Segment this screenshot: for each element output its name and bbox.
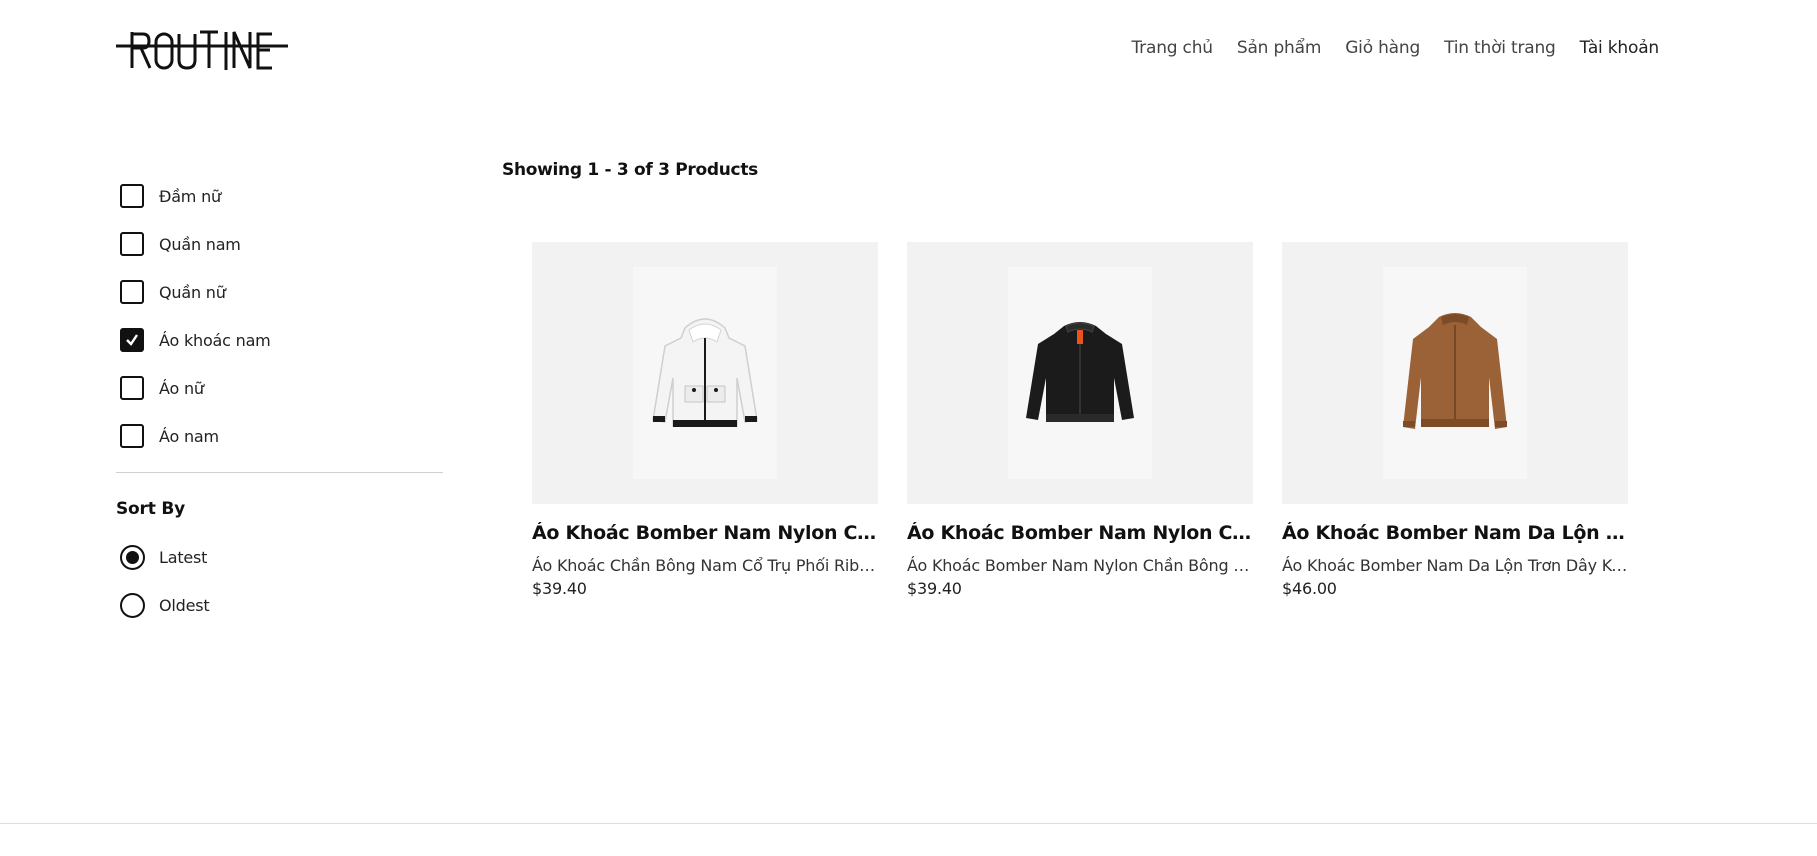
radio-dot-icon xyxy=(126,550,139,564)
white-hooded-jacket-icon xyxy=(652,318,758,427)
brown-suede-bomber-jacket-icon xyxy=(1403,313,1507,429)
category-filter-item[interactable]: Áo nữ xyxy=(116,364,443,412)
sort-by-heading: Sort By xyxy=(116,499,185,519)
routine-logo-icon xyxy=(116,30,288,70)
product-title[interactable]: Áo Khoác Bomber Nam Nylon Chần Bông Màu … xyxy=(907,522,1253,544)
category-label: Áo khoác nam xyxy=(159,330,271,350)
product-image[interactable] xyxy=(1282,242,1628,504)
site-header: Trang chủ Sản phẩm Giỏ hàng Tin thời tra… xyxy=(0,0,1817,100)
product-description: Áo Khoác Chần Bông Nam Cổ Trụ Phối Rib M… xyxy=(532,556,878,575)
nav-products[interactable]: Sản phẩm xyxy=(1237,38,1322,58)
product-description: Áo Khoác Bomber Nam Nylon Chần Bông Màu … xyxy=(907,556,1253,575)
category-filter-item[interactable]: Áo nam xyxy=(116,412,443,460)
product-price: $39.40 xyxy=(907,579,962,598)
nav-home[interactable]: Trang chủ xyxy=(1132,38,1214,58)
product-grid: Áo Khoác Bomber Nam Nylon Chần Bông Cổ T… xyxy=(532,242,1628,598)
category-label: Đầm nữ xyxy=(159,186,221,206)
product-description: Áo Khoác Bomber Nam Da Lộn Trơn Dây Kéo … xyxy=(1282,556,1628,575)
category-label: Áo nam xyxy=(159,426,219,446)
product-image[interactable] xyxy=(907,242,1253,504)
product-title[interactable]: Áo Khoác Bomber Nam Da Lộn Trơn Dây Kéo xyxy=(1282,522,1628,544)
product-title[interactable]: Áo Khoác Bomber Nam Nylon Chần Bông Cổ T… xyxy=(532,522,878,544)
category-filter-item[interactable]: Áo khoác nam xyxy=(116,316,443,364)
sort-options-list: Latest Oldest xyxy=(116,533,443,629)
footer-divider xyxy=(0,823,1817,824)
category-checkbox[interactable] xyxy=(120,424,144,448)
product-price: $39.40 xyxy=(532,579,587,598)
category-checkbox[interactable] xyxy=(120,376,144,400)
category-checkbox[interactable] xyxy=(120,232,144,256)
category-filter-item[interactable]: Quần nam xyxy=(116,220,443,268)
main-nav: Trang chủ Sản phẩm Giỏ hàng Tin thời tra… xyxy=(1132,38,1660,58)
sort-option-label: Latest xyxy=(159,547,208,567)
filter-sidebar: Đầm nữ Quần nam Quần nữ Áo khoác nam Áo … xyxy=(116,172,443,629)
category-filter-item[interactable]: Đầm nữ xyxy=(116,172,443,220)
category-label: Áo nữ xyxy=(159,378,204,398)
nav-fashion-news[interactable]: Tin thời trang xyxy=(1444,38,1556,58)
sort-radio[interactable] xyxy=(120,592,145,618)
brand-logo[interactable] xyxy=(116,26,288,74)
category-filter-list: Đầm nữ Quần nam Quần nữ Áo khoác nam Áo … xyxy=(116,172,443,460)
sort-radio[interactable] xyxy=(120,544,145,570)
category-checkbox[interactable] xyxy=(120,184,144,208)
category-filter-item[interactable]: Quần nữ xyxy=(116,268,443,316)
sort-option-oldest[interactable]: Oldest xyxy=(116,581,443,629)
nav-account[interactable]: Tài khoản xyxy=(1580,38,1660,58)
product-image[interactable] xyxy=(532,242,878,504)
product-card[interactable]: Áo Khoác Bomber Nam Da Lộn Trơn Dây Kéo … xyxy=(1282,242,1628,598)
category-checkbox[interactable] xyxy=(120,280,144,304)
sort-option-label: Oldest xyxy=(159,595,210,615)
product-card[interactable]: Áo Khoác Bomber Nam Nylon Chần Bông Màu … xyxy=(907,242,1253,598)
black-bomber-jacket-icon xyxy=(1026,322,1134,422)
product-card[interactable]: Áo Khoác Bomber Nam Nylon Chần Bông Cổ T… xyxy=(532,242,878,598)
category-label: Quần nam xyxy=(159,234,241,254)
sort-option-latest[interactable]: Latest xyxy=(116,533,443,581)
results-count: Showing 1 - 3 of 3 Products xyxy=(502,160,758,180)
sidebar-divider xyxy=(116,472,443,473)
category-label: Quần nữ xyxy=(159,282,226,302)
category-checkbox[interactable] xyxy=(120,328,144,352)
nav-cart[interactable]: Giỏ hàng xyxy=(1345,38,1420,58)
product-price: $46.00 xyxy=(1282,579,1337,598)
checkmark-icon xyxy=(126,334,138,346)
